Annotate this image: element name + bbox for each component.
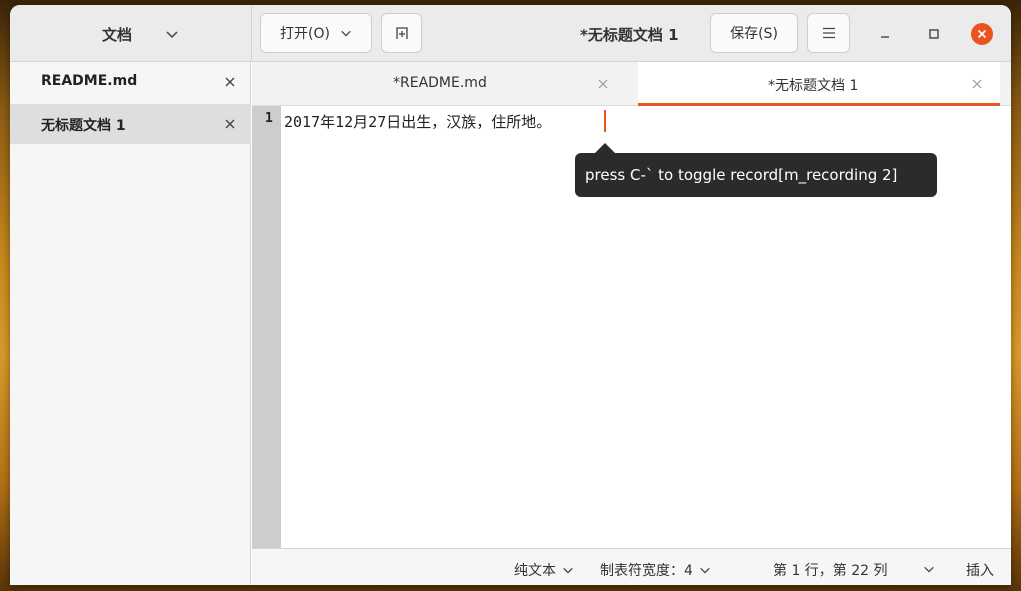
language-selector[interactable]: 纯文本 bbox=[514, 560, 574, 580]
window-title: *无标题文档 1 bbox=[580, 26, 679, 44]
text-caret bbox=[604, 110, 606, 132]
menu-button[interactable] bbox=[807, 13, 850, 53]
close-icon[interactable] bbox=[597, 78, 609, 90]
line-number: 1 bbox=[265, 111, 273, 126]
chevron-down-icon bbox=[341, 30, 351, 37]
open-button[interactable]: 打开(O) bbox=[260, 13, 372, 53]
chevron-down-icon bbox=[700, 567, 710, 574]
minimize-icon bbox=[881, 36, 889, 38]
insert-mode-indicator[interactable]: 插入 bbox=[966, 560, 994, 580]
tooltip-arrow bbox=[595, 143, 615, 153]
close-icon bbox=[977, 29, 987, 39]
save-button[interactable]: 保存(S) bbox=[710, 13, 798, 53]
documents-sidebar: README.md 无标题文档 1 bbox=[10, 62, 251, 585]
tab-bar: *README.md *无标题文档 1 bbox=[252, 62, 1011, 106]
sidebar-item-label: README.md bbox=[41, 73, 138, 89]
new-tab-button[interactable] bbox=[381, 13, 422, 53]
sidebar-item-untitled[interactable]: 无标题文档 1 bbox=[10, 104, 251, 144]
maximize-icon bbox=[929, 29, 939, 39]
chevron-down-icon[interactable] bbox=[165, 27, 179, 41]
hamburger-menu-icon bbox=[822, 27, 835, 39]
tab-width-selector[interactable]: 制表符宽度：4 bbox=[600, 560, 711, 580]
close-icon[interactable] bbox=[223, 75, 237, 89]
tab-readme[interactable]: *README.md bbox=[252, 62, 638, 106]
chevron-down-icon bbox=[563, 567, 573, 574]
tab-label: *README.md bbox=[393, 75, 487, 91]
documents-title[interactable]: 文档 bbox=[102, 24, 132, 45]
close-icon[interactable] bbox=[223, 117, 237, 131]
editor-line[interactable]: 2017年12月27日出生，汉族，住所地。 bbox=[284, 111, 551, 132]
chevron-down-icon[interactable] bbox=[923, 563, 935, 575]
new-tab-icon bbox=[395, 27, 408, 39]
line-number-gutter: 1 bbox=[252, 106, 281, 548]
tab-untitled[interactable]: *无标题文档 1 bbox=[638, 62, 1000, 106]
status-bar: 纯文本 制表符宽度：4 第 1 行，第 22 列 插入 bbox=[252, 548, 1011, 585]
maximize-button[interactable] bbox=[923, 23, 945, 45]
close-window-button[interactable] bbox=[971, 23, 993, 45]
minimize-button[interactable] bbox=[874, 23, 896, 45]
sidebar-item-label: 无标题文档 1 bbox=[41, 118, 126, 134]
tab-label: *无标题文档 1 bbox=[768, 78, 859, 94]
close-icon[interactable] bbox=[971, 78, 983, 90]
recording-tooltip: press C-` to toggle record[m_recording 2… bbox=[575, 153, 937, 197]
editor-window: 文档 打开(O) *无标题文档 1 保存(S) README.md 无标题文档 … bbox=[10, 5, 1011, 585]
header-bar: 文档 打开(O) *无标题文档 1 保存(S) bbox=[10, 5, 1011, 62]
sidebar-item-readme[interactable]: README.md bbox=[10, 62, 251, 102]
cursor-position[interactable]: 第 1 行，第 22 列 bbox=[773, 560, 888, 580]
